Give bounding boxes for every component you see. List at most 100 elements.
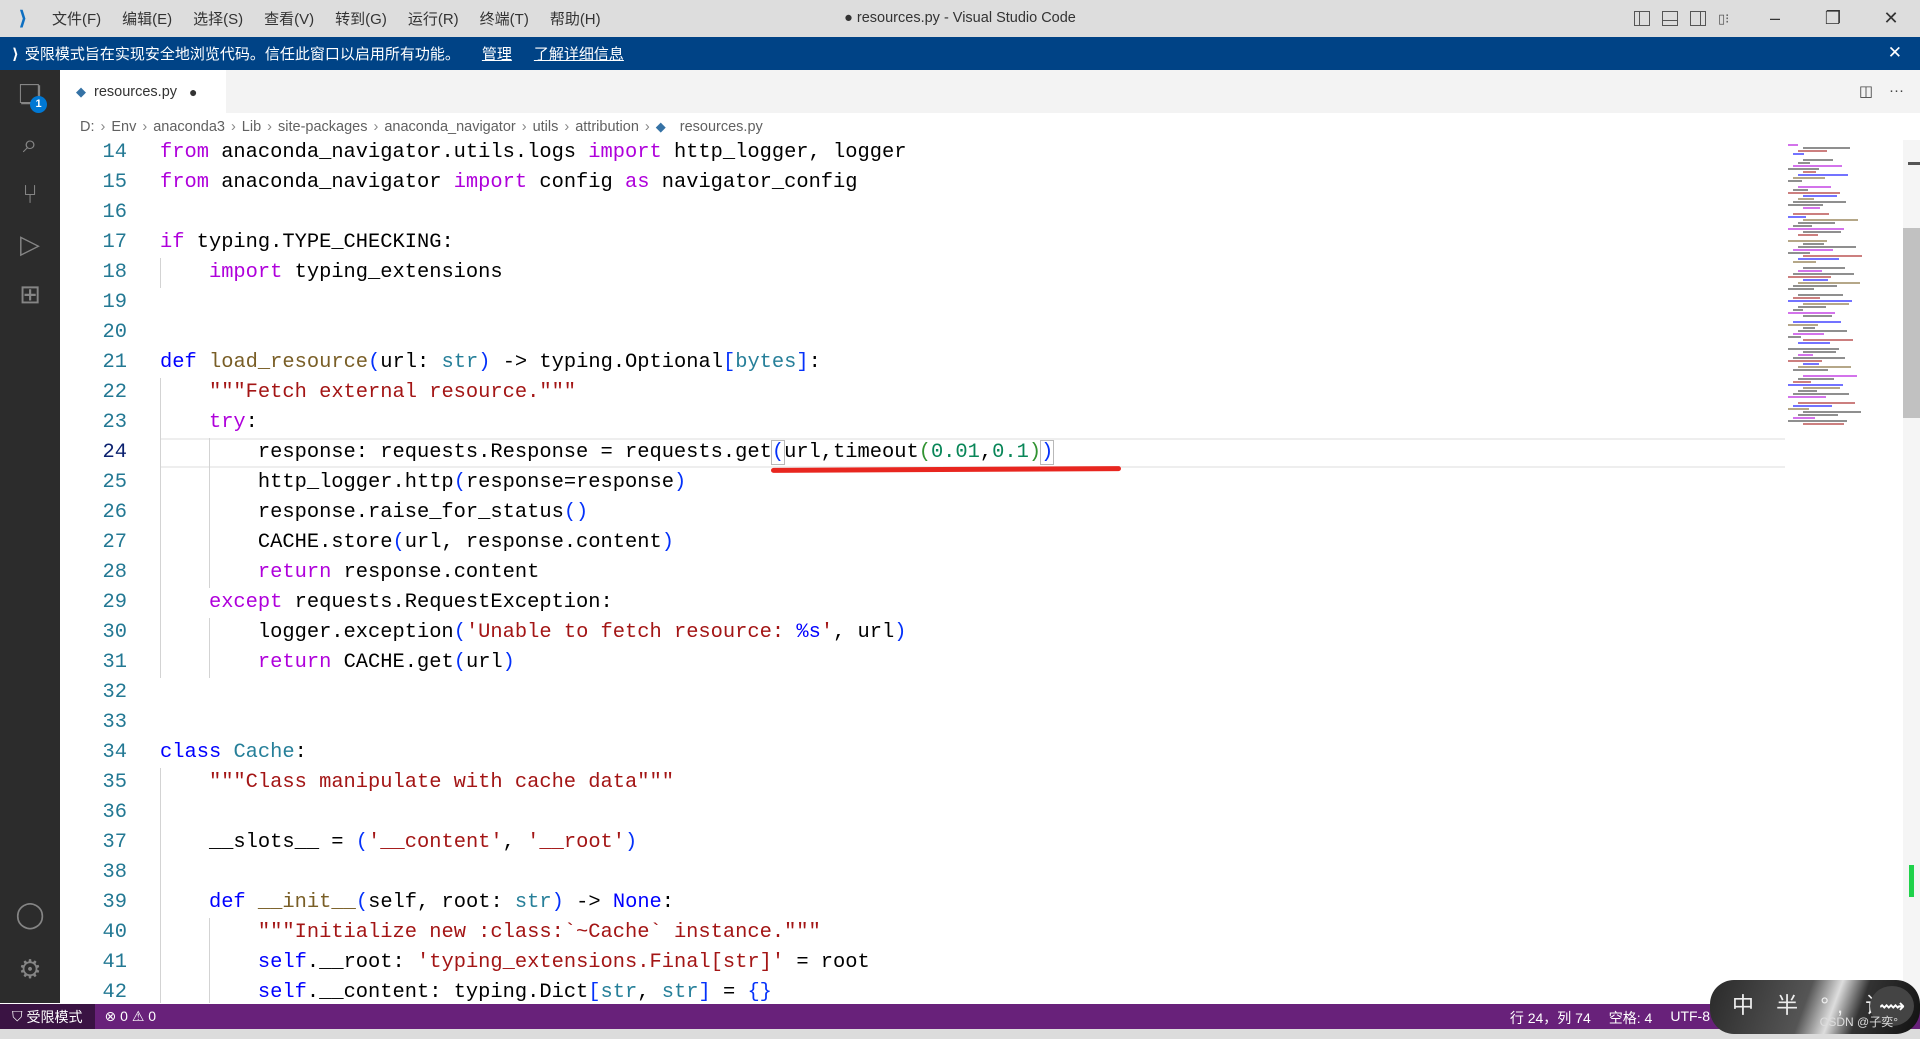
restricted-mode-indicator[interactable]: ⛉ 受限模式 xyxy=(0,1004,95,1029)
breadcrumb-item[interactable]: utils xyxy=(533,119,559,135)
error-count: 0 xyxy=(120,1008,128,1024)
ime-toolbar[interactable]: 中 半 °, 设 ⟿ CSDN @子奕° xyxy=(1710,980,1920,1034)
split-editor-icon[interactable]: ◫ xyxy=(1859,82,1873,100)
code-token: if xyxy=(160,231,185,254)
code-text: from anaconda_navigator.utils.logs impor… xyxy=(160,140,906,168)
code-line[interactable]: 23 try: xyxy=(60,408,1785,438)
code-token: = xyxy=(710,981,748,1003)
breadcrumb-item[interactable]: site-packages xyxy=(278,119,367,135)
code-line[interactable]: 30 logger.exception('Unable to fetch res… xyxy=(60,618,1785,648)
code-token: typing.TYPE_CHECKING: xyxy=(184,231,454,254)
code-line[interactable]: 35 """Class manipulate with cache data""… xyxy=(60,768,1785,798)
toggle-primary-sidebar-icon[interactable] xyxy=(1634,11,1650,26)
problems-indicator[interactable]: ⊗ 0 ⚠ 0 xyxy=(105,1008,157,1025)
code-line[interactable]: 33 xyxy=(60,708,1785,738)
code-line[interactable]: 36 xyxy=(60,798,1785,828)
code-line[interactable]: 39 def __init__(self, root: str) -> None… xyxy=(60,888,1785,918)
code-line[interactable]: 21 def load_resource(url: str) -> typing.… xyxy=(60,348,1785,378)
code-line[interactable]: 28 return response.content xyxy=(60,558,1785,588)
breadcrumb-item[interactable]: anaconda_navigator xyxy=(384,119,515,135)
cursor-position[interactable]: 行 24，列 74 xyxy=(1510,1008,1591,1028)
code-line[interactable]: 14 from anaconda_navigator.utils.logs imp… xyxy=(60,140,1785,168)
code-line[interactable]: 26 response.raise_for_status() xyxy=(60,498,1785,528)
vertical-scrollbar[interactable] xyxy=(1903,140,1920,1003)
code-line[interactable]: 38 xyxy=(60,858,1785,888)
code-line[interactable]: 31 return CACHE.get(url) xyxy=(60,648,1785,678)
code-line[interactable]: 40 """Initialize new :class:`~Cache` ins… xyxy=(60,918,1785,948)
menu-terminal[interactable]: 终端(T) xyxy=(478,8,531,29)
minimap-line xyxy=(1798,330,1847,332)
code-text: def load_resource(url: str) -> typing.Op… xyxy=(160,348,821,378)
code-token: ( xyxy=(453,471,466,494)
run-debug-icon[interactable]: ▷ xyxy=(0,220,60,268)
minimize-button[interactable]: – xyxy=(1746,8,1804,29)
breadcrumb-item[interactable]: D: xyxy=(80,119,95,135)
breadcrumb-item[interactable]: resources.py xyxy=(680,119,763,135)
code-line[interactable]: 34 class Cache: xyxy=(60,738,1785,768)
code-line[interactable]: 32 xyxy=(60,678,1785,708)
toggle-panel-icon[interactable] xyxy=(1662,11,1678,26)
indentation[interactable]: 空格: 4 xyxy=(1609,1008,1653,1028)
code-editor[interactable]: 14 from anaconda_navigator.utils.logs imp… xyxy=(60,140,1785,1003)
breadcrumb-item[interactable]: Lib xyxy=(242,119,261,135)
minimap-line xyxy=(1788,408,1809,410)
code-text: logger.exception('Unable to fetch resour… xyxy=(160,618,907,648)
account-icon[interactable]: ◯ xyxy=(0,890,60,938)
code-line[interactable]: 18 import typing_extensions xyxy=(60,258,1785,288)
tab-resources-py[interactable]: ◆ resources.py ● xyxy=(60,70,226,113)
learn-more-link[interactable]: 了解详细信息 xyxy=(534,43,624,64)
encoding[interactable]: UTF-8 xyxy=(1670,1008,1710,1028)
search-icon[interactable]: ⌕ xyxy=(0,120,60,168)
code-line[interactable]: 24 response: requests.Response = request… xyxy=(60,438,1785,468)
source-control-icon[interactable]: ⑂ xyxy=(0,170,60,218)
code-line[interactable]: 37 __slots__ = ('__content', '__root') xyxy=(60,828,1785,858)
code-line[interactable]: 42 self.__content: typing.Dict[str, str]… xyxy=(60,978,1785,1003)
code-line[interactable]: 17 if typing.TYPE_CHECKING: xyxy=(60,228,1785,258)
minimap[interactable] xyxy=(1788,140,1903,440)
menu-file[interactable]: 文件(F) xyxy=(50,8,103,29)
code-token: ( xyxy=(770,440,786,465)
minimap-line xyxy=(1798,198,1814,200)
code-line[interactable]: 29 except requests.RequestException: xyxy=(60,588,1785,618)
explorer-icon[interactable]: ❏ 1 xyxy=(0,70,60,118)
code-token: logger.exception xyxy=(160,621,454,644)
code-line[interactable]: 27 CACHE.store(url, response.content) xyxy=(60,528,1785,558)
menu-go[interactable]: 转到(G) xyxy=(333,8,389,29)
line-number: 19 xyxy=(102,291,127,314)
close-icon[interactable]: ✕ xyxy=(1888,43,1902,63)
code-line[interactable]: 25 http_logger.http(response=response) xyxy=(60,468,1785,498)
code-line[interactable]: 22 """Fetch external resource.""" xyxy=(60,378,1785,408)
minimap-line xyxy=(1803,267,1845,269)
code-token: Cache xyxy=(233,741,295,764)
menu-help[interactable]: 帮助(H) xyxy=(548,8,603,29)
code-line[interactable]: 41 self.__root: 'typing_extensions.Final… xyxy=(60,948,1785,978)
toggle-secondary-sidebar-icon[interactable] xyxy=(1690,11,1706,26)
code-token: load_resource xyxy=(208,351,369,374)
code-line[interactable]: 16 xyxy=(60,198,1785,228)
breadcrumb-item[interactable]: Env xyxy=(111,119,136,135)
scrollbar-thumb[interactable] xyxy=(1903,228,1920,418)
customize-layout-icon[interactable]: ▯⁝ xyxy=(1718,11,1734,26)
code-token: self xyxy=(257,951,307,974)
code-line[interactable]: 15 from anaconda_navigator import config … xyxy=(60,168,1785,198)
code-line[interactable]: 19 xyxy=(60,288,1785,318)
code-token: , xyxy=(637,981,662,1003)
extensions-icon[interactable]: ⊞ xyxy=(0,270,60,318)
menu-edit[interactable]: 编辑(E) xyxy=(120,8,174,29)
line-number: 33 xyxy=(102,711,127,734)
more-actions-icon[interactable]: ··· xyxy=(1889,82,1904,100)
menu-view[interactable]: 查看(V) xyxy=(262,8,316,29)
restore-button[interactable]: ❐ xyxy=(1804,8,1862,29)
menu-run[interactable]: 运行(R) xyxy=(406,8,461,29)
settings-gear-icon[interactable]: ⚙ xyxy=(0,945,60,993)
breadcrumb-item[interactable]: anaconda3 xyxy=(153,119,225,135)
modified-indicator[interactable]: ● xyxy=(189,84,197,100)
manage-link[interactable]: 管理 xyxy=(482,43,512,64)
close-button[interactable]: ✕ xyxy=(1862,8,1920,29)
minimap-line xyxy=(1788,240,1827,242)
menu-selection[interactable]: 选择(S) xyxy=(191,8,245,29)
code-line[interactable]: 20 xyxy=(60,318,1785,348)
code-text: from anaconda_navigator import config as… xyxy=(160,168,858,198)
breadcrumb-item[interactable]: attribution xyxy=(575,119,639,135)
